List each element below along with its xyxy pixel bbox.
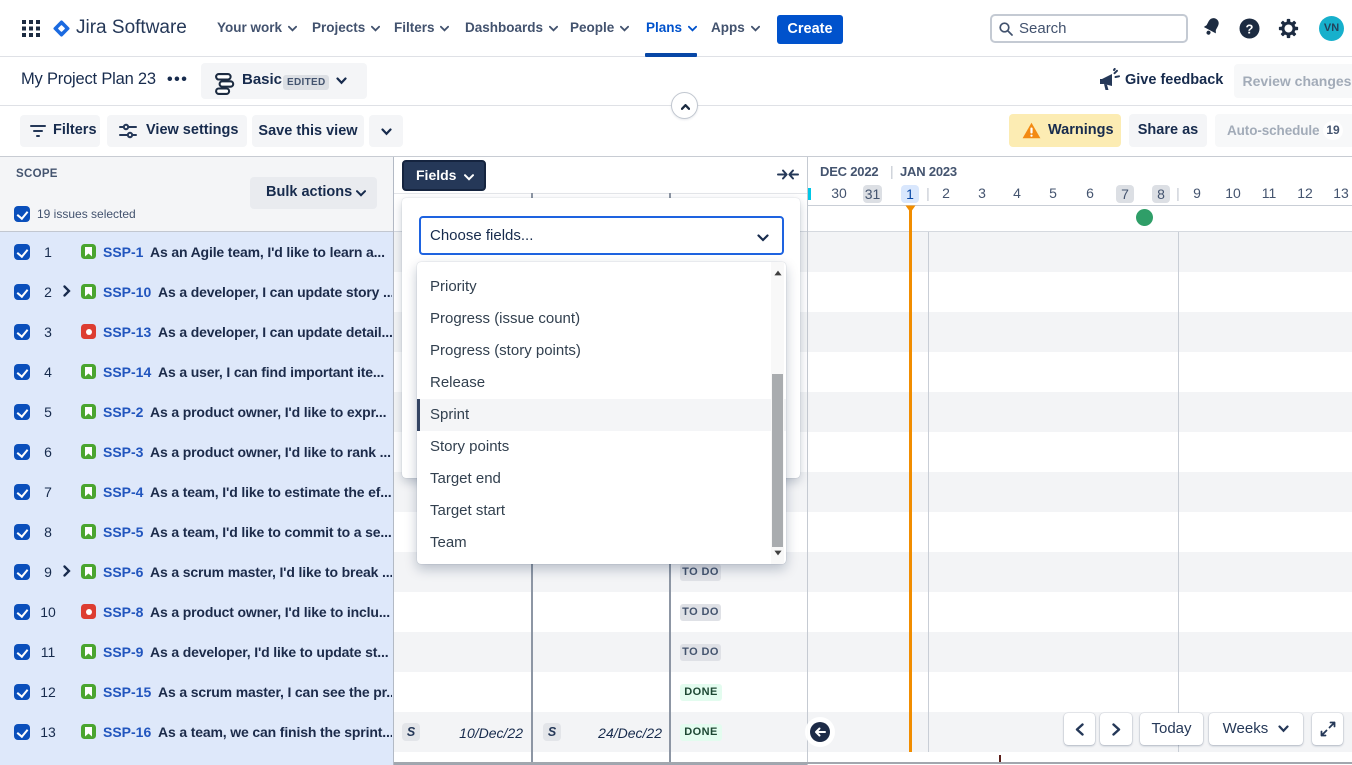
svg-text:?: ?	[1246, 21, 1254, 36]
